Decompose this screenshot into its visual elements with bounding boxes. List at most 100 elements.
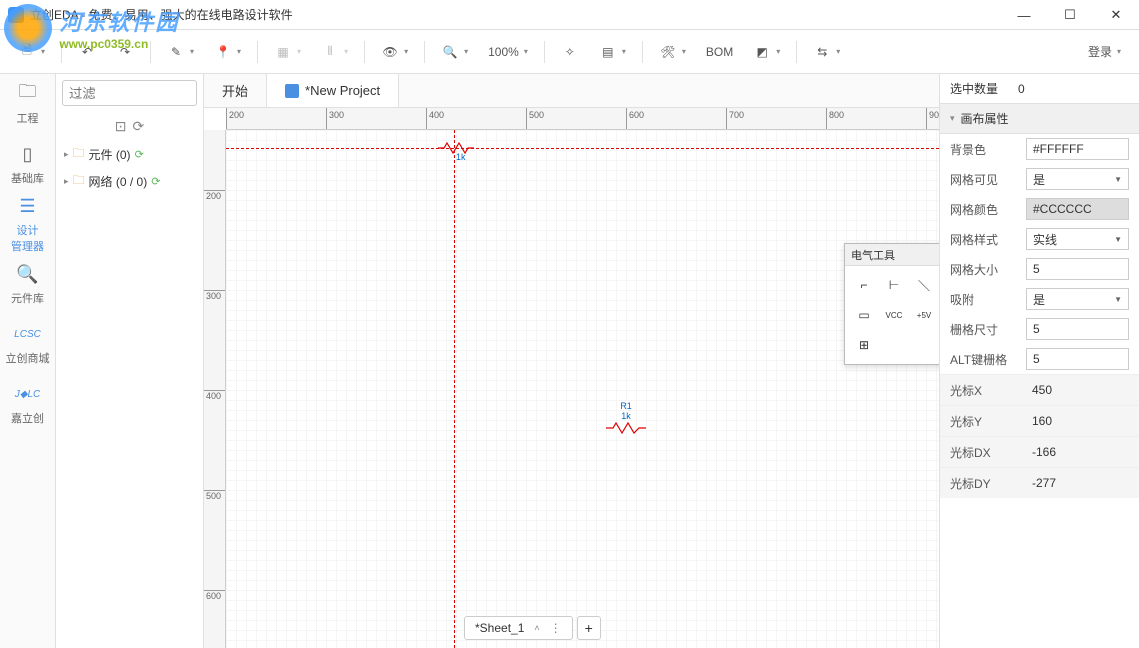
rail-jlc[interactable]: J◆LC嘉立创 <box>0 374 55 434</box>
contrast-icon: ◩ <box>753 43 771 61</box>
undo-icon: ↶ <box>78 43 96 61</box>
layout-menu[interactable]: ▤▾ <box>591 37 634 67</box>
zoom-menu[interactable]: 🔍▾ <box>433 37 476 67</box>
chevron-right-icon: ▸ <box>64 176 69 187</box>
refresh-icon[interactable]: ⟳ <box>135 148 144 161</box>
refresh-all-icon[interactable]: ⟳ <box>133 118 145 135</box>
rail-lcsc[interactable]: LCSC立创商城 <box>0 314 55 374</box>
grid-visible-select[interactable]: 是 <box>1026 168 1129 190</box>
title-bar: 立创EDA - 免费、易用、强大的在线电路设计软件 — ☐ ✕ <box>0 0 1139 30</box>
bus-tool[interactable]: ⊢ <box>881 272 907 298</box>
tree-components[interactable]: ▸ 🗀 元件 (0) ⟳ <box>62 141 197 168</box>
distribute-icon: ⫴ <box>321 43 339 61</box>
left-rail: 🗀工程 ▯基础库 ☰设计 管理器 🔍元件库 LCSC立创商城 J◆LC嘉立创 <box>0 74 56 648</box>
tools-menu[interactable]: 🛠▾ <box>651 37 694 67</box>
chevron-right-icon: ▸ <box>64 149 69 160</box>
login-button[interactable]: 登录▾ <box>1080 37 1129 66</box>
properties-panel: 选中数量 0 画布属性 背景色#FFFFFF 网格可见是 网格颜色#CCCCCC… <box>939 74 1139 648</box>
canvas[interactable]: 1k R1 1k <box>226 130 939 648</box>
close-button[interactable]: ✕ <box>1093 0 1139 30</box>
side-panel: ⊡ ⟳ ▸ 🗀 元件 (0) ⟳ ▸ 🗀 网络 (0 / 0) ⟳ <box>56 74 204 648</box>
rail-basic-lib[interactable]: ▯基础库 <box>0 134 55 194</box>
panel-header[interactable]: 电气工具 —▭ <box>845 244 939 266</box>
alt-grid-field[interactable]: 5 <box>1026 348 1129 370</box>
tab-new-project[interactable]: *New Project <box>267 74 399 107</box>
layout-icon: ▤ <box>599 43 617 61</box>
tree-nets[interactable]: ▸ 🗀 网络 (0 / 0) ⟳ <box>62 168 197 195</box>
window-title: 立创EDA - 免费、易用、强大的在线电路设计软件 <box>30 6 293 23</box>
align-menu[interactable]: ▦▾ <box>266 37 309 67</box>
net-tool[interactable]: ＼ <box>911 272 937 298</box>
crosshair-horizontal <box>226 148 939 149</box>
maximize-button[interactable]: ☐ <box>1047 0 1093 30</box>
port-tool[interactable]: ▭ <box>851 302 877 328</box>
schematic-icon <box>285 84 299 98</box>
chevron-up-icon[interactable]: ˄ <box>534 623 539 633</box>
cross-probe-button[interactable]: ✧ <box>553 37 587 67</box>
chip-icon: ▯ <box>16 142 40 166</box>
eye-icon: 👁 <box>381 43 399 61</box>
vcc-tool[interactable]: VCC <box>881 302 907 328</box>
center-area: 开始 *New Project 200 300 400 500 600 700 … <box>204 74 939 648</box>
tab-start[interactable]: 开始 <box>204 74 267 107</box>
redo-icon: ↷ <box>116 43 134 61</box>
zoom-icon: 🔍 <box>441 43 459 61</box>
edit-menu[interactable]: ✎▾ <box>159 37 202 67</box>
resistor-value: 1k <box>606 412 646 422</box>
undo-button[interactable]: ↶ <box>70 37 104 67</box>
electrical-tools-panel[interactable]: 电气工具 —▭ ⌐ ⊢ ＼ N ⏚ ▽ ▭ VCC +5V ✕ ✎ ⊶ ⊞ <box>844 243 939 365</box>
align-icon: ▦ <box>274 43 292 61</box>
rail-project[interactable]: 🗀工程 <box>0 74 55 134</box>
rail-component-lib[interactable]: 🔍元件库 <box>0 254 55 314</box>
more-icon[interactable]: ⋮ <box>550 621 562 635</box>
sheet-tab[interactable]: *Sheet_1˄⋮ <box>464 616 573 640</box>
file-icon: 🗎 <box>18 43 36 61</box>
crosshair-vertical <box>454 130 455 648</box>
share-menu[interactable]: ⇆▾ <box>805 37 848 67</box>
vertical-ruler: 200 300 400 500 600 <box>204 130 226 648</box>
share-icon: ⇆ <box>813 43 831 61</box>
star-icon: ✧ <box>561 43 579 61</box>
grid-style-select[interactable]: 实线 <box>1026 228 1129 250</box>
document-tabs: 开始 *New Project <box>204 74 939 108</box>
bg-color-field[interactable]: #FFFFFF <box>1026 138 1129 160</box>
resistor-symbol-top[interactable] <box>438 142 474 154</box>
refresh-icon[interactable]: ⟳ <box>151 175 160 188</box>
group-tool[interactable]: ⊞ <box>851 332 877 358</box>
pencil-icon: ✎ <box>167 43 185 61</box>
tools-icon: 🛠 <box>659 43 677 61</box>
snap-select[interactable]: 是 <box>1026 288 1129 310</box>
place-menu[interactable]: 📍▾ <box>206 37 249 67</box>
resistor-r1[interactable]: R1 1k <box>606 402 646 434</box>
view-menu[interactable]: 👁▾ <box>373 37 416 67</box>
filter-input[interactable] <box>62 80 197 106</box>
canvas-area[interactable]: 200 300 400 500 600 700 800 900 200 300 … <box>204 108 939 648</box>
selection-label: 选中数量 <box>950 80 998 97</box>
horizontal-ruler: 200 300 400 500 600 700 800 900 <box>226 108 939 130</box>
bom-button[interactable]: BOM <box>698 39 741 65</box>
canvas-properties-header[interactable]: 画布属性 <box>940 104 1139 134</box>
theme-menu[interactable]: ◩▾ <box>745 37 788 67</box>
collapse-icon[interactable]: ⊡ <box>115 118 127 135</box>
add-sheet-button[interactable]: + <box>577 616 601 640</box>
sheet-tabs: *Sheet_1˄⋮ + <box>464 616 601 640</box>
folder-icon: 🗀 <box>73 171 85 192</box>
redo-button[interactable]: ↷ <box>108 37 142 67</box>
v5-tool[interactable]: +5V <box>911 302 937 328</box>
folder-icon: 🗀 <box>16 82 40 106</box>
grid-size-field[interactable]: 5 <box>1026 258 1129 280</box>
file-menu[interactable]: 🗎▾ <box>10 37 53 67</box>
main-toolbar: 🗎▾ ↶ ↷ ✎▾ 📍▾ ▦▾ ⫴▾ 👁▾ 🔍▾ 100%▾ ✧ ▤▾ 🛠▾ B… <box>0 30 1139 74</box>
minimize-button[interactable]: — <box>1001 0 1047 30</box>
rail-design-manager[interactable]: ☰设计 管理器 <box>0 194 55 254</box>
app-logo-icon <box>8 7 24 23</box>
lcsc-icon: LCSC <box>16 322 40 346</box>
grid-color-field[interactable]: #CCCCCC <box>1026 198 1129 220</box>
zoom-level[interactable]: 100%▾ <box>480 39 536 65</box>
folder-icon: 🗀 <box>73 144 85 165</box>
jlc-icon: J◆LC <box>16 382 40 406</box>
snap-size-field[interactable]: 5 <box>1026 318 1129 340</box>
wire-tool[interactable]: ⌐ <box>851 272 877 298</box>
list-icon: ☰ <box>16 194 40 218</box>
distribute-menu[interactable]: ⫴▾ <box>313 37 356 67</box>
